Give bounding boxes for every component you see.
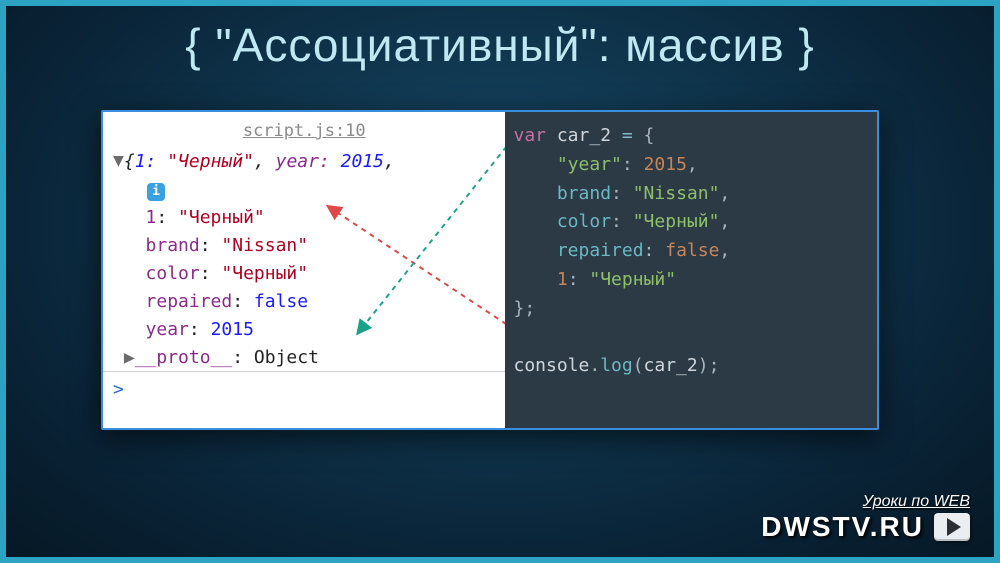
prop-row-year: year: 2015 [103,316,505,344]
slide-root: { "Ассоциативный": массив } script.js:10… [0,0,1000,563]
prop-row-proto: ▶__proto__: Object [103,344,505,372]
watermark: Уроки по WEB DWSTV.RU [761,493,970,543]
code-panels: script.js:10 ▼{1: "Черный", year: 2015, … [101,110,879,430]
console-panel: script.js:10 ▼{1: "Черный", year: 2015, … [103,112,505,428]
console-prompt: > [103,371,505,408]
source-file-link: script.js:10 [103,118,505,144]
prop-row-repaired: repaired: false [103,288,505,316]
prop-row-color: color: "Черный" [103,260,505,288]
watermark-main: DWSTV.RU [761,511,924,543]
info-icon: i [147,183,165,201]
slide-title: { "Ассоциативный": массив } [6,6,994,72]
info-badge-row: i [103,176,505,204]
editor-panel: var car_2 = { "year": 2015, brand: "Niss… [505,112,877,428]
console-summary-line: ▼{1: "Черный", year: 2015, [103,148,505,176]
play-icon [934,513,970,541]
prop-row-brand: brand: "Nissan" [103,232,505,260]
watermark-sub: Уроки по WEB [761,493,970,511]
collapse-icon: ▶ [124,347,135,368]
prop-row-1: 1: "Черный" [103,204,505,232]
expand-icon: ▼ [113,147,124,175]
